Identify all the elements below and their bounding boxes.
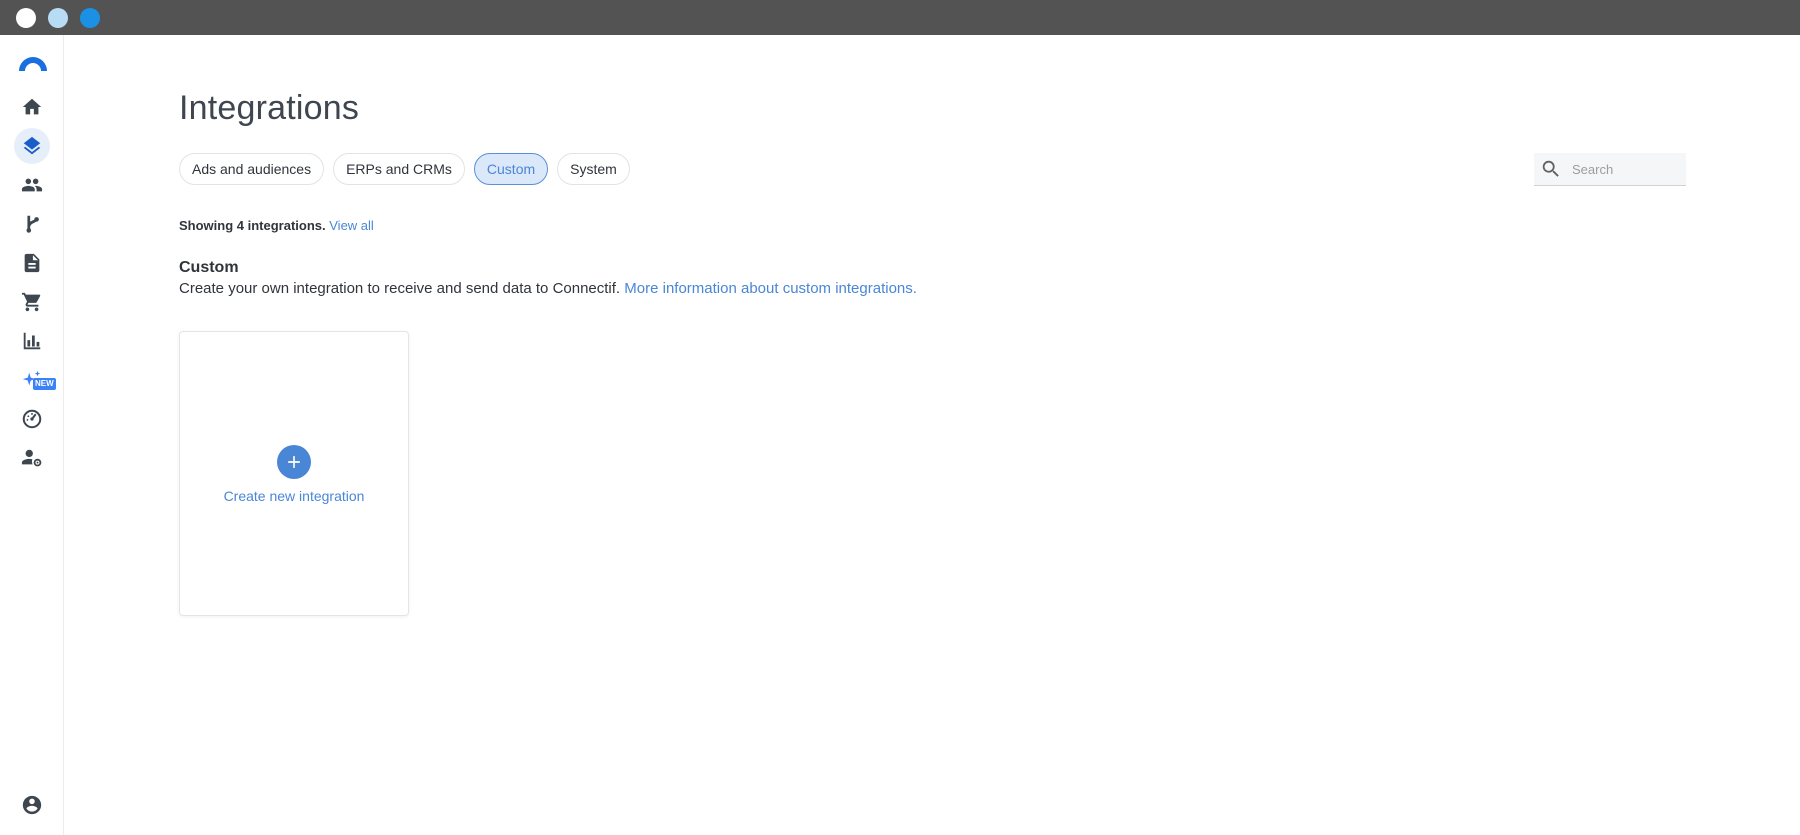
user-gear-icon xyxy=(21,449,42,467)
sidebar-item-commerce[interactable] xyxy=(14,284,50,320)
sidebar-item-audiences[interactable] xyxy=(14,167,50,203)
search-icon xyxy=(1542,160,1559,177)
results-summary: Showing 4 integrations. View all xyxy=(179,218,374,233)
sidebar: NEW xyxy=(0,35,64,835)
section-title: Custom xyxy=(179,259,239,276)
category-tabs: Ads and audiences ERPs and CRMs Custom S… xyxy=(179,153,630,185)
tab-custom[interactable]: Custom xyxy=(473,153,549,185)
plus-icon xyxy=(288,456,300,468)
branch-icon xyxy=(26,215,39,233)
add-circle-icon xyxy=(277,445,311,479)
window-titlebar xyxy=(0,0,1800,35)
section-description: Create your own integration to receive a… xyxy=(179,280,917,297)
brand-logo-icon[interactable] xyxy=(16,51,50,73)
sidebar-item-documents[interactable] xyxy=(14,245,50,281)
layers-icon xyxy=(23,136,41,155)
tab-ads-and-audiences[interactable]: Ads and audiences xyxy=(179,153,325,185)
create-integration-card[interactable]: Create new integration xyxy=(179,331,409,616)
account-circle-icon xyxy=(22,795,42,815)
window-minimize-button[interactable] xyxy=(48,8,68,28)
sidebar-item-dashboard[interactable] xyxy=(14,401,50,437)
new-badge: NEW xyxy=(33,378,56,390)
sidebar-item-analytics[interactable] xyxy=(14,323,50,359)
gauge-icon xyxy=(22,409,42,429)
sidebar-item-integrations[interactable] xyxy=(14,128,50,164)
create-integration-label: Create new integration xyxy=(223,488,365,504)
page-title: Integrations xyxy=(179,89,360,127)
window-maximize-button[interactable] xyxy=(80,8,100,28)
people-icon xyxy=(21,178,43,192)
search-input[interactable] xyxy=(1572,161,1672,177)
section-description-text: Create your own integration to receive a… xyxy=(179,280,621,297)
showing-count-text: Showing 4 integrations. xyxy=(179,218,326,233)
sidebar-item-user-settings[interactable] xyxy=(14,440,50,476)
window-close-button[interactable] xyxy=(16,8,36,28)
sidebar-item-flows[interactable] xyxy=(14,206,50,242)
cart-icon xyxy=(21,292,41,312)
sidebar-item-ai[interactable]: NEW xyxy=(14,362,56,398)
tab-system[interactable]: System xyxy=(557,153,630,185)
view-all-link[interactable]: View all xyxy=(329,218,374,233)
sidebar-item-account[interactable] xyxy=(14,787,50,823)
search-box xyxy=(1534,153,1686,186)
tab-erps-and-crms[interactable]: ERPs and CRMs xyxy=(333,153,465,185)
bar-chart-icon xyxy=(23,332,41,350)
sidebar-item-home[interactable] xyxy=(14,89,50,125)
document-icon xyxy=(24,253,40,273)
more-info-link[interactable]: More information about custom integratio… xyxy=(624,280,917,297)
home-icon xyxy=(22,98,42,115)
main-content: Integrations Ads and audiences ERPs and … xyxy=(64,35,1800,835)
